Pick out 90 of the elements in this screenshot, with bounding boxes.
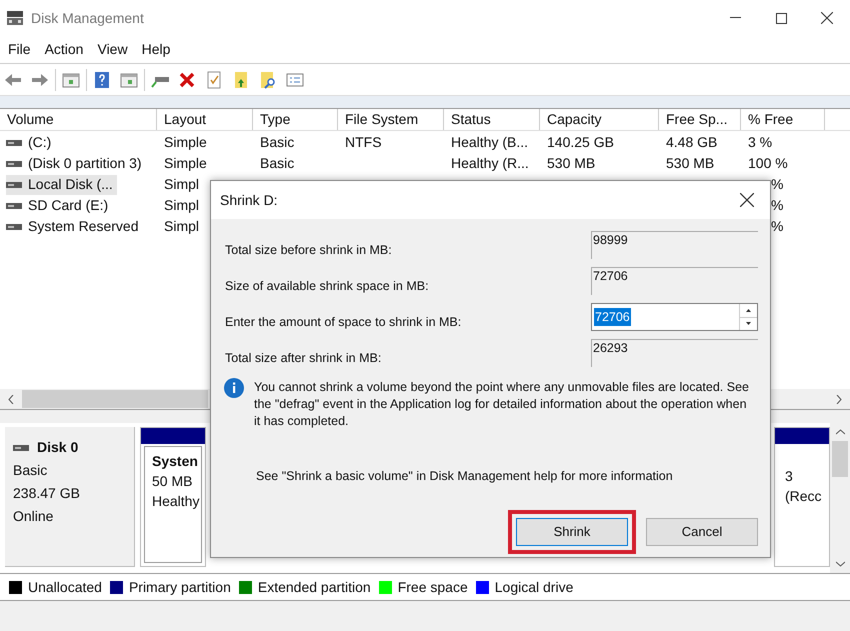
dialog-title: Shrink D: [220, 190, 278, 210]
column-header[interactable]: Type [253, 109, 338, 130]
disk-management-icon [6, 10, 24, 26]
maximize-icon [776, 12, 786, 24]
column-header[interactable]: % Free [741, 109, 825, 130]
legend-label: Extended partition [258, 578, 371, 597]
help-message: See "Shrink a basic volume" in Disk Management help for more information [255, 468, 674, 485]
partition-header-bar [141, 428, 205, 444]
column-header[interactable]: Layout [157, 109, 253, 130]
table-cell: % [771, 176, 784, 192]
table-cell: % [771, 197, 784, 213]
drive-icon [6, 202, 22, 210]
table-cell: NTFS [345, 134, 382, 150]
shrink-amount-spinbox[interactable]: 72706 [591, 303, 758, 331]
readonly-value-field: 98999 [591, 231, 758, 259]
volume-row-item[interactable]: (Disk 0 partition 3) [6, 154, 146, 174]
horizontal-scrollbar-thumb[interactable] [22, 390, 208, 408]
column-header[interactable]: Status [444, 109, 540, 130]
chevron-right-icon [836, 394, 842, 404]
selected-value: 72706 [594, 308, 631, 326]
table-cell: Simpl [164, 176, 200, 192]
drive-icon [6, 180, 22, 188]
partition-header-bar [775, 428, 829, 444]
disk-type: Basic [13, 461, 48, 480]
menu-item[interactable]: File [2, 39, 37, 60]
legend-label: Logical drive [494, 578, 574, 597]
volume-row-item[interactable]: System Reserved [6, 216, 142, 236]
table-cell: 100 % [748, 155, 788, 171]
legend-label: Primary partition [128, 578, 231, 597]
drive-icon [6, 160, 22, 168]
table-cell: Healthy (R... [451, 155, 529, 171]
table-cell: Simple [164, 155, 207, 171]
readonly-value-field: 26293 [591, 339, 758, 367]
table-cell: % [771, 218, 784, 234]
table-cell: Basic [260, 155, 294, 171]
field-label: Enter the amount of space to shrink in MB: [225, 314, 462, 331]
up-triangle-icon [746, 308, 751, 312]
dialog-button[interactable]: Shrink [516, 518, 628, 546]
column-header[interactable]: File System [338, 109, 444, 130]
readonly-value-field: 72706 [591, 267, 758, 295]
disk-info-panel[interactable]: Disk 0 Basic 238.47 GB Online [5, 427, 135, 567]
legend-label: Free space [398, 578, 468, 597]
table-cell: 4.48 GB [666, 134, 718, 150]
info-icon [224, 378, 244, 398]
partition-block[interactable]: 3 (Recc [774, 427, 830, 567]
partition-text: (Recc [785, 487, 823, 506]
menu-item[interactable]: Action [38, 39, 90, 60]
column-header[interactable]: Capacity [540, 109, 659, 130]
field-label: Total size before shrink in MB: [225, 242, 392, 259]
volume-row-item[interactable]: SD Card (E:) [6, 196, 112, 216]
partition-text: Systen [152, 452, 199, 471]
vertical-scrollbar-thumb[interactable] [832, 441, 848, 477]
table-cell: 530 MB [666, 155, 714, 171]
table-cell: Simpl [164, 197, 200, 213]
disk-size: 238.47 GB [13, 484, 81, 503]
volume-row-item[interactable]: Local Disk (... [6, 174, 117, 194]
table-cell: 140.25 GB [547, 134, 614, 150]
chevron-down-icon [836, 561, 844, 567]
partition-text: 50 MB [152, 472, 194, 491]
menu-item[interactable]: Help [136, 39, 176, 60]
drive-icon [6, 222, 22, 230]
disk-name: Disk 0 [37, 438, 78, 457]
legend-label: Unallocated [28, 578, 102, 596]
field-label: Total size after shrink in MB: [225, 350, 382, 367]
partition-block[interactable]: Systen 50 MB Healthy [140, 427, 206, 567]
table-cell: Simpl [164, 218, 200, 234]
table-cell: Healthy (B... [451, 134, 528, 150]
down-triangle-icon [746, 322, 751, 326]
info-message: You cannot shrink a volume beyond the point where any unmovable files are located. See the "defrag" event in the Application log for detailed information about the operation when it has completed. [254, 379, 750, 430]
chevron-up-icon [836, 429, 844, 435]
partition-text: Healthy [152, 492, 200, 511]
disk-status: Online [13, 507, 54, 526]
close-icon [740, 193, 754, 207]
table-cell: 530 MB [547, 155, 596, 171]
column-header[interactable]: Volume [0, 109, 157, 130]
dialog-button[interactable]: Cancel [646, 518, 758, 546]
minimize-icon [730, 17, 740, 19]
drive-icon [13, 444, 29, 452]
column-header[interactable]: Free Sp... [659, 109, 741, 130]
field-label: Size of available shrink space in MB: [225, 278, 429, 295]
drive-icon [6, 138, 22, 146]
volume-row-item[interactable]: (C:) [6, 132, 56, 152]
table-cell: Simple [164, 134, 207, 150]
close-icon [821, 12, 833, 24]
table-cell: Basic [260, 134, 294, 150]
menu-item[interactable]: View [91, 39, 134, 60]
window-title: Disk Management [31, 8, 144, 28]
chevron-left-icon [8, 394, 14, 404]
table-cell: 3 % [748, 134, 772, 150]
partition-text: 3 [785, 467, 794, 486]
